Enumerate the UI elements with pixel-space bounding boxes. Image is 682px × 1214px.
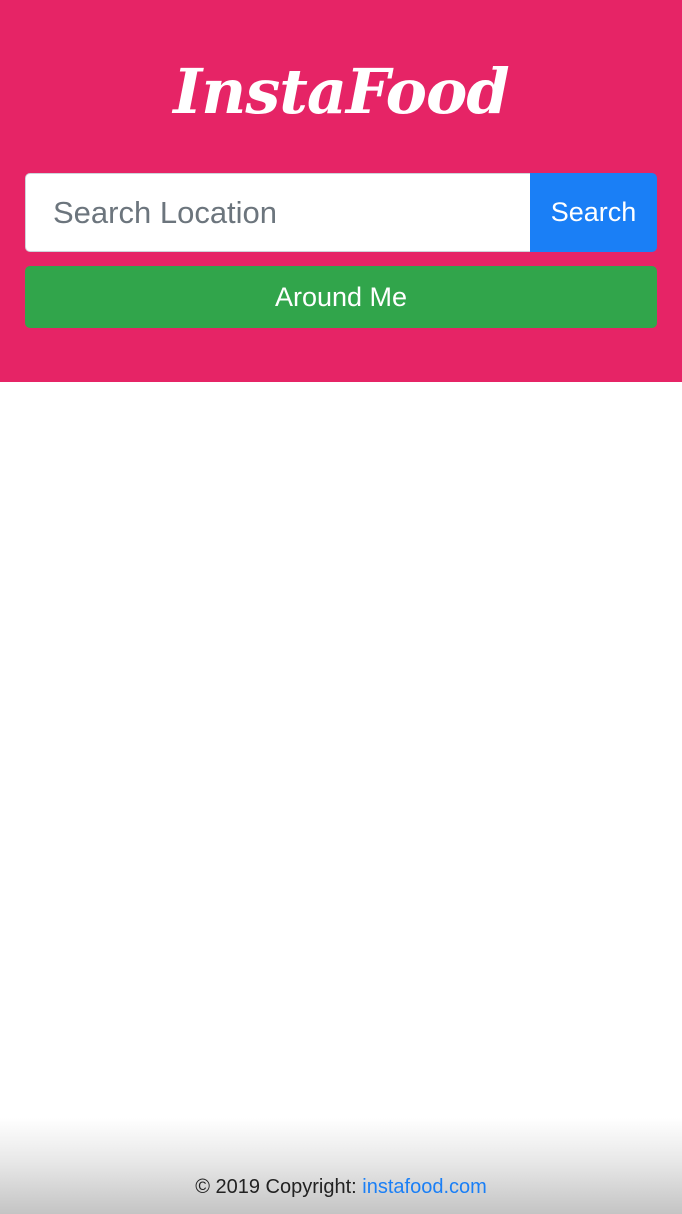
search-button[interactable]: Search: [530, 173, 657, 252]
search-input[interactable]: [25, 173, 530, 252]
copyright-text: © 2019 Copyright:: [195, 1176, 357, 1198]
footer: © 2019 Copyright: instafood.com: [0, 1118, 682, 1214]
around-me-button[interactable]: Around Me: [25, 266, 657, 328]
footer-text: © 2019 Copyright: instafood.com: [0, 1175, 682, 1199]
search-bar: Search: [25, 173, 657, 252]
footer-link[interactable]: instafood.com: [362, 1176, 487, 1198]
brand-logo: InstaFood: [173, 55, 509, 128]
header: InstaFood Search Around Me: [0, 0, 682, 382]
